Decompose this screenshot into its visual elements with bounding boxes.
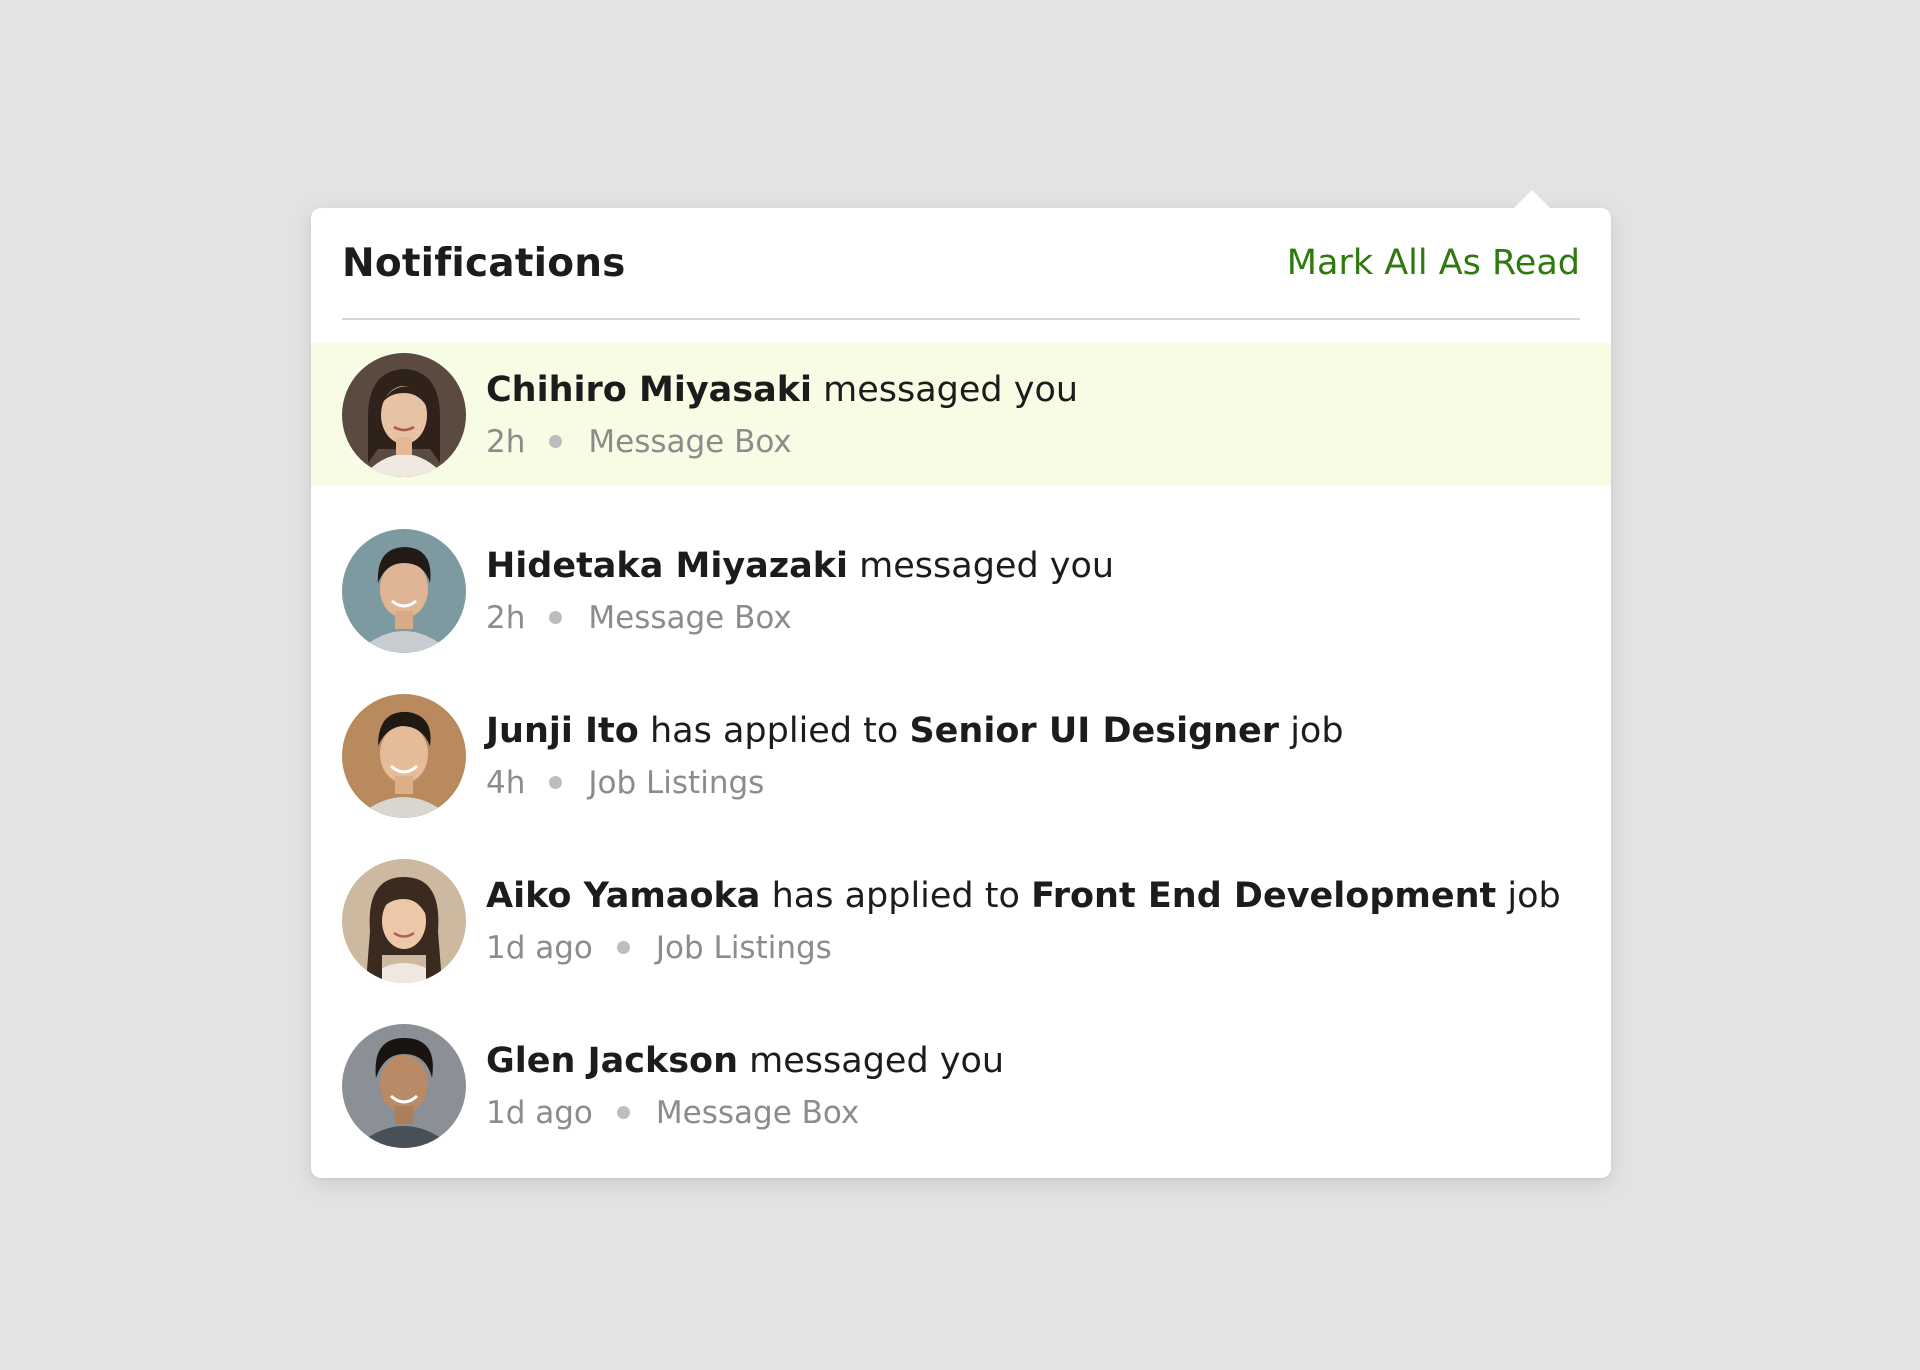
actor-name: Glen Jackson: [486, 1040, 739, 1081]
action-suffix: job: [1290, 710, 1344, 751]
panel-caret: [1513, 190, 1551, 209]
timestamp: 2h: [486, 423, 526, 460]
separator-dot: [549, 435, 563, 448]
notification-meta: 4h Job Listings: [486, 763, 1344, 803]
timestamp: 2h: [486, 599, 526, 636]
notification-list: Chihiro Miyasaki messaged you 2h Message…: [311, 343, 1611, 1168]
notification-message: Glen Jackson messaged you: [486, 1039, 1004, 1083]
avatar: [342, 352, 466, 477]
actor-name: Chihiro Miyasaki: [486, 369, 812, 410]
avatar-photo-icon: [342, 1023, 466, 1148]
notification-meta: 2h Message Box: [486, 422, 1078, 462]
notification-text: Chihiro Miyasaki messaged you 2h Message…: [486, 368, 1078, 462]
avatar: [342, 1023, 466, 1148]
timestamp: 1d ago: [486, 1094, 593, 1131]
notification-meta: 1d ago Job Listings: [486, 928, 1561, 968]
job-title: Front End Development: [1031, 875, 1497, 916]
avatar-photo-icon: [342, 858, 466, 983]
action-suffix: job: [1507, 875, 1561, 916]
avatar-photo-icon: [342, 693, 466, 818]
avatar-photo-icon: [342, 352, 466, 477]
notification-meta: 1d ago Message Box: [486, 1093, 1004, 1133]
actor-name: Aiko Yamaoka: [486, 875, 761, 916]
notification-text: Glen Jackson messaged you 1d ago Message…: [486, 1039, 1004, 1133]
mark-all-as-read-link[interactable]: Mark All As Read: [1287, 243, 1580, 283]
actor-name: Hidetaka Miyazaki: [486, 545, 849, 586]
notification-item[interactable]: Glen Jackson messaged you 1d ago Message…: [311, 1003, 1611, 1168]
notification-text: Aiko Yamaoka has applied to Front End De…: [486, 874, 1561, 968]
notification-item[interactable]: Junji Ito has applied to Senior UI Desig…: [311, 673, 1611, 838]
source-label: Job Listings: [588, 764, 765, 801]
separator-dot: [616, 1106, 630, 1119]
panel-title: Notifications: [342, 240, 626, 286]
notifications-panel: Notifications Mark All As Read Chihiro M…: [311, 190, 1611, 1178]
separator-dot: [549, 611, 563, 624]
source-label: Message Box: [588, 423, 792, 460]
action-text: has applied to: [649, 710, 899, 751]
action-text: messaged you: [859, 545, 1115, 586]
notification-message: Aiko Yamaoka has applied to Front End De…: [486, 874, 1561, 918]
job-title: Senior UI Designer: [909, 710, 1280, 751]
action-text: messaged you: [823, 369, 1079, 410]
avatar: [342, 693, 466, 818]
separator-dot: [616, 941, 630, 954]
notification-text: Junji Ito has applied to Senior UI Desig…: [486, 709, 1344, 803]
panel-header: Notifications Mark All As Read: [342, 208, 1580, 320]
notification-item[interactable]: Aiko Yamaoka has applied to Front End De…: [311, 838, 1611, 1003]
avatar-photo-icon: [342, 528, 466, 653]
action-text: messaged you: [749, 1040, 1005, 1081]
notification-item[interactable]: Hidetaka Miyazaki messaged you 2h Messag…: [311, 508, 1611, 673]
avatar: [342, 528, 466, 653]
timestamp: 1d ago: [486, 929, 593, 966]
source-label: Job Listings: [655, 929, 832, 966]
notification-text: Hidetaka Miyazaki messaged you 2h Messag…: [486, 544, 1114, 638]
notification-item[interactable]: Chihiro Miyasaki messaged you 2h Message…: [311, 343, 1611, 486]
notification-message: Chihiro Miyasaki messaged you: [486, 368, 1078, 412]
source-label: Message Box: [655, 1094, 860, 1131]
notification-meta: 2h Message Box: [486, 598, 1114, 638]
action-text: has applied to: [771, 875, 1020, 916]
source-label: Message Box: [588, 599, 792, 636]
avatar: [342, 858, 466, 983]
separator-dot: [549, 776, 563, 789]
actor-name: Junji Ito: [486, 710, 639, 751]
notification-message: Hidetaka Miyazaki messaged you: [486, 544, 1114, 588]
timestamp: 4h: [486, 764, 526, 801]
notification-message: Junji Ito has applied to Senior UI Desig…: [486, 709, 1344, 753]
